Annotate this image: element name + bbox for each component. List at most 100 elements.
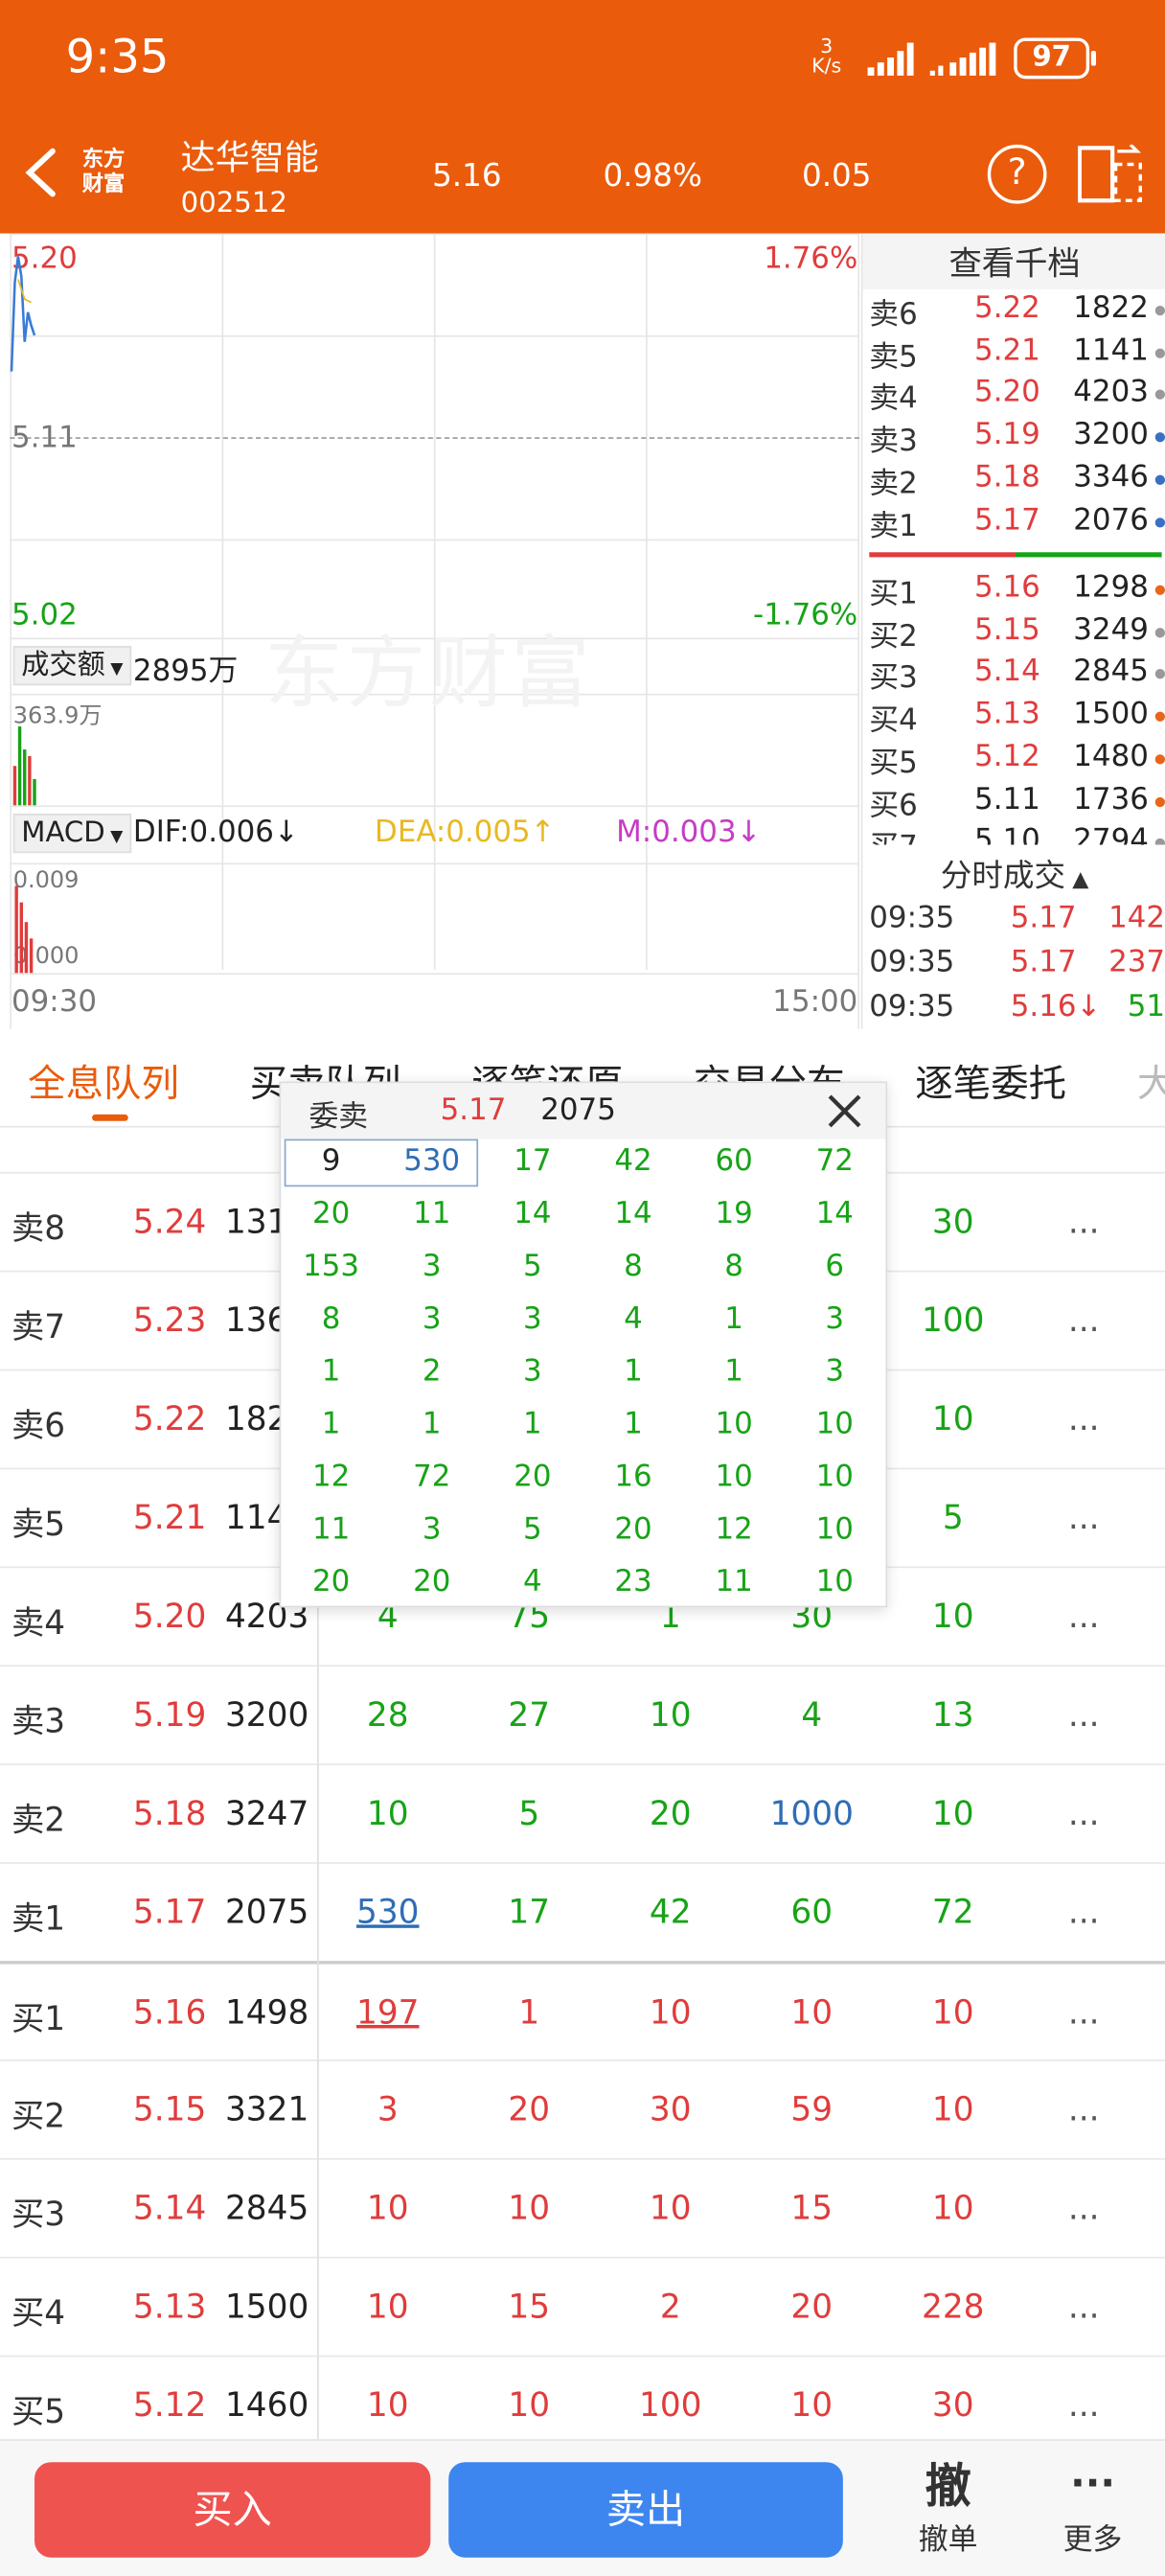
queue-order-size[interactable]: 72 bbox=[882, 1892, 1023, 1931]
queue-more-button[interactable]: ... bbox=[1068, 1300, 1100, 1340]
queue-order-size[interactable]: 4 bbox=[742, 1694, 882, 1734]
orderbook-row[interactable]: 买1 5.16 1298 bbox=[869, 570, 1165, 611]
queue-order-size[interactable]: 30 bbox=[882, 1202, 1023, 1241]
queue-order-size[interactable]: 10 bbox=[882, 1793, 1023, 1832]
switch-layout-icon[interactable] bbox=[1077, 143, 1144, 204]
intraday-chart[interactable]: 东方财富 5.20 5.11 5.02 1.76% -1.76% 成交额 ▼ 2… bbox=[10, 233, 859, 1029]
help-icon[interactable]: ? bbox=[987, 144, 1047, 204]
queue-order-size[interactable]: 530 bbox=[317, 1892, 458, 1931]
queue-order-size[interactable]: 10 bbox=[600, 1694, 741, 1734]
queue-order-size[interactable]: 1 bbox=[459, 1992, 600, 2032]
queue-order-size[interactable]: 13 bbox=[882, 1694, 1023, 1734]
queue-order-size[interactable]: 59 bbox=[742, 2089, 882, 2128]
queue-row[interactable]: 买4 5.13 1500 10 15 2 20 228 ... bbox=[0, 2256, 1165, 2356]
queue-order-size[interactable]: 10 bbox=[882, 1399, 1023, 1438]
queue-order-size[interactable]: 10 bbox=[600, 1992, 741, 2032]
queue-order-size[interactable]: 10 bbox=[742, 2385, 882, 2425]
cancel-icon: 撤 bbox=[925, 2458, 971, 2514]
queue-more-button[interactable]: ... bbox=[1068, 1399, 1100, 1438]
orderbook-row[interactable]: 卖3 5.19 3200 bbox=[869, 418, 1165, 459]
queue-more-button[interactable]: ... bbox=[1068, 1497, 1100, 1536]
orderbook-level: 买6 bbox=[869, 788, 918, 823]
queue-order-size[interactable]: 10 bbox=[317, 2287, 458, 2326]
orderbook-row[interactable]: 买5 5.12 1480 bbox=[869, 739, 1165, 780]
queue-order-size[interactable]: 5 bbox=[459, 1793, 600, 1832]
close-icon[interactable] bbox=[823, 1090, 866, 1133]
orderbook-row[interactable]: 买2 5.15 3249 bbox=[869, 612, 1165, 654]
queue-order-size[interactable]: 28 bbox=[317, 1694, 458, 1734]
back-button[interactable] bbox=[23, 145, 59, 200]
queue-order-size[interactable]: 20 bbox=[600, 1793, 741, 1832]
sell-button[interactable]: 卖出 bbox=[448, 2462, 843, 2558]
queue-order-size[interactable]: 10 bbox=[459, 2188, 600, 2227]
orderbook-row[interactable]: 卖2 5.18 3346 bbox=[869, 460, 1165, 501]
buy-button[interactable]: 买入 bbox=[34, 2462, 431, 2558]
queue-order-size[interactable]: 17 bbox=[459, 1892, 600, 1931]
more-button[interactable]: ··· 更多 bbox=[1039, 2450, 1147, 2559]
queue-order-size[interactable]: 3 bbox=[317, 2089, 458, 2128]
queue-order-size[interactable]: 60 bbox=[742, 1892, 882, 1931]
tab-full-queue[interactable]: 全息队列 bbox=[28, 1052, 179, 1108]
queue-more-button[interactable]: ... bbox=[1068, 2089, 1100, 2128]
orderbook-row[interactable]: 卖5 5.21 1141 bbox=[869, 334, 1165, 375]
queue-order-size[interactable]: 27 bbox=[459, 1694, 600, 1734]
queue-order-size[interactable]: 30 bbox=[600, 2089, 741, 2128]
queue-row[interactable]: 卖2 5.18 3247 10 5 20 1000 10 ... bbox=[0, 1763, 1165, 1862]
orderbook-row[interactable]: 买3 5.14 2845 bbox=[869, 655, 1165, 696]
queue-order-size[interactable]: 10 bbox=[317, 1793, 458, 1832]
queue-detail-popup[interactable]: 委卖 5.17 2075 9 530 17 42 60 72 20 11 14 14 19 14 153… bbox=[279, 1081, 888, 1608]
queue-order-size[interactable]: 10 bbox=[882, 1596, 1023, 1635]
queue-order-size[interactable]: 10 bbox=[882, 2089, 1023, 2128]
queue-order-size[interactable]: 10 bbox=[882, 2188, 1023, 2227]
queue-more-button[interactable]: ... bbox=[1068, 1202, 1100, 1241]
queue-order-size[interactable]: 5 bbox=[882, 1497, 1023, 1536]
queue-order-size[interactable]: 100 bbox=[882, 1300, 1023, 1340]
queue-order-size[interactable]: 10 bbox=[317, 2188, 458, 2227]
queue-order-size[interactable]: 20 bbox=[742, 2287, 882, 2326]
orderbook-row[interactable]: 卖1 5.17 2076 bbox=[869, 502, 1165, 543]
cancel-order-button[interactable]: 撤 撤单 bbox=[894, 2450, 1002, 2559]
queue-row[interactable]: 卖1 5.17 2075 530 17 42 60 72 ... bbox=[0, 1862, 1165, 1961]
queue-more-button[interactable]: ... bbox=[1068, 1892, 1100, 1931]
queue-row[interactable]: 卖3 5.19 3200 28 27 10 4 13 ... bbox=[0, 1665, 1165, 1763]
orderbook-row[interactable]: 卖4 5.20 4203 bbox=[869, 376, 1165, 417]
queue-order-size[interactable]: 228 bbox=[882, 2287, 1023, 2326]
queue-order-size[interactable]: 15 bbox=[742, 2188, 882, 2227]
queue-row[interactable]: 买1 5.16 1498 197 1 10 10 10 ... bbox=[0, 1961, 1165, 2059]
queue-more-button[interactable]: ... bbox=[1068, 1793, 1100, 1832]
queue-order-size[interactable]: 10 bbox=[317, 2385, 458, 2425]
queue-more-button[interactable]: ... bbox=[1068, 2287, 1100, 2326]
queue-order-size[interactable]: 10 bbox=[882, 1992, 1023, 2032]
queue-order-size[interactable]: 42 bbox=[600, 1892, 741, 1931]
tick-trades[interactable]: 分时成交 ▲ 09:35 5.17 142 09:35 5.17 237 09:… bbox=[860, 844, 1165, 1029]
queue-row[interactable]: 买2 5.15 3321 3 20 30 59 10 ... bbox=[0, 2059, 1165, 2158]
queue-more-button[interactable]: ... bbox=[1068, 1694, 1100, 1734]
queue-order-size[interactable]: 197 bbox=[317, 1992, 458, 2032]
queue-more-button[interactable]: ... bbox=[1068, 2385, 1100, 2425]
queue-order-size[interactable]: 1000 bbox=[742, 1793, 882, 1832]
view-1000-levels-button[interactable]: 查看千档 bbox=[862, 233, 1165, 289]
orderbook-row[interactable]: 买7 5.10 2794 bbox=[869, 824, 1165, 845]
orderbook-row[interactable]: 买4 5.13 1500 bbox=[869, 697, 1165, 738]
order-book[interactable]: 查看千档 卖6 5.22 1822 卖5 5.21 1141 卖4 5.20 4… bbox=[860, 233, 1165, 845]
queue-more-button[interactable]: ... bbox=[1068, 1596, 1100, 1635]
queue-row[interactable]: 买3 5.14 2845 10 10 10 15 10 ... bbox=[0, 2157, 1165, 2257]
queue-order-size[interactable]: 10 bbox=[459, 2385, 600, 2425]
queue-order-size[interactable]: 10 bbox=[742, 1992, 882, 2032]
queue-order-size[interactable]: 10 bbox=[600, 2188, 741, 2227]
queue-order-size[interactable]: 100 bbox=[600, 2385, 741, 2425]
tab-more[interactable]: 大 bbox=[1137, 1052, 1165, 1108]
queue-order-size[interactable]: 30 bbox=[882, 2385, 1023, 2425]
macd-selector[interactable]: MACD ▼ bbox=[12, 813, 131, 854]
queue-order-size[interactable]: 2 bbox=[600, 2287, 741, 2326]
orderbook-volume: 1480 bbox=[1073, 739, 1149, 774]
tab-order-by-order[interactable]: 逐笔委托 bbox=[915, 1052, 1066, 1108]
orderbook-row[interactable]: 买6 5.11 1736 bbox=[869, 782, 1165, 823]
queue-order-size[interactable]: 15 bbox=[459, 2287, 600, 2326]
volume-selector[interactable]: 成交额 ▼ bbox=[12, 646, 131, 686]
queue-more-button[interactable]: ... bbox=[1068, 1992, 1100, 2032]
queue-order-size[interactable]: 20 bbox=[459, 2089, 600, 2128]
orderbook-row[interactable]: 卖6 5.22 1822 bbox=[869, 291, 1165, 332]
queue-more-button[interactable]: ... bbox=[1068, 2188, 1100, 2227]
tick-trades-header[interactable]: 分时成交 ▲ bbox=[862, 851, 1165, 895]
